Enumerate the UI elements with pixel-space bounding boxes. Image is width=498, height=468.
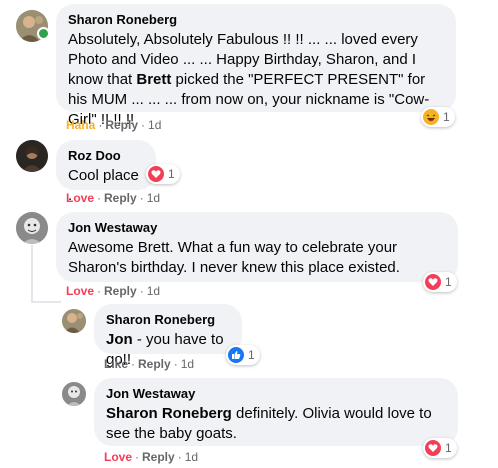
haha-emoji-icon xyxy=(423,109,439,125)
reaction-button[interactable]: Love xyxy=(104,450,132,464)
avatar[interactable] xyxy=(62,382,86,406)
reaction-count-pill[interactable]: 1 xyxy=(421,107,455,127)
comment-bubble: Roz Doo Cool place . xyxy=(56,140,156,204)
comment-text: Sharon Roneberg definitely. Olivia would… xyxy=(106,405,432,442)
reaction-button[interactable]: Like xyxy=(104,357,128,371)
comment-actions: Love · Reply · 1d xyxy=(104,450,199,464)
reply-2: Jon Westaway Sharon Roneberg definitely.… xyxy=(0,376,498,468)
comment-actions: Like · Reply · 1d xyxy=(104,357,195,371)
comment-bubble: Jon Westaway Sharon Roneberg definitely.… xyxy=(94,378,458,446)
comment-author[interactable]: Sharon Roneberg xyxy=(106,312,230,328)
mention-link[interactable]: Jon xyxy=(106,331,133,348)
reaction-button[interactable]: Love xyxy=(66,284,94,298)
avatar[interactable] xyxy=(16,212,48,244)
comment-1: Sharon Roneberg Absolutely, Absolutely F… xyxy=(0,0,498,140)
comment-text: Absolutely, Absolutely Fabulous !! !! ..… xyxy=(68,31,430,128)
reaction-count-pill[interactable]: 1 xyxy=(146,164,180,184)
comment-actions: Love · Reply · 1d xyxy=(66,284,161,298)
comment-author[interactable]: Jon Westaway xyxy=(68,220,446,236)
timestamp[interactable]: 1d xyxy=(181,357,194,371)
reaction-count-pill[interactable]: 1 xyxy=(423,272,457,292)
avatar-photo-icon xyxy=(16,140,48,172)
reaction-count-pill[interactable]: 1 xyxy=(423,438,457,458)
comment-bubble: Sharon Roneberg Absolutely, Absolutely F… xyxy=(56,4,456,128)
reaction-button[interactable]: Love xyxy=(66,191,94,205)
timestamp[interactable]: 1d xyxy=(147,284,160,298)
comment-actions: Haha · Reply · 1d xyxy=(66,118,162,132)
timestamp[interactable]: 1d xyxy=(185,450,198,464)
reply-button[interactable]: Reply xyxy=(138,357,171,371)
reply-button[interactable]: Reply xyxy=(104,284,137,298)
comment-author[interactable]: Roz Doo xyxy=(68,148,144,164)
comment-bubble: Jon Westaway Awesome Brett. What a fun w… xyxy=(56,212,458,282)
thumbs-up-icon xyxy=(228,347,244,363)
heart-icon xyxy=(148,166,164,182)
mention-link[interactable]: Sharon Roneberg xyxy=(106,405,232,422)
comment-text: Awesome Brett. What a fun way to celebra… xyxy=(68,239,400,276)
comment-bubble: Sharon Roneberg Jon - you have to go!! xyxy=(94,304,242,368)
avatar[interactable] xyxy=(16,140,48,172)
avatar[interactable] xyxy=(62,309,86,333)
avatar-photo-icon xyxy=(62,309,86,333)
comment-actions: Love · Reply · 1d xyxy=(66,191,161,205)
reaction-count-pill[interactable]: 1 xyxy=(226,345,260,365)
comment-author[interactable]: Sharon Roneberg xyxy=(68,12,444,28)
timestamp[interactable]: 1d xyxy=(147,191,160,205)
timestamp[interactable]: 1d xyxy=(148,118,161,132)
mention-link[interactable]: Brett xyxy=(136,71,171,88)
reply-button[interactable]: Reply xyxy=(105,118,138,132)
reply-button[interactable]: Reply xyxy=(104,191,137,205)
reaction-button[interactable]: Haha xyxy=(66,118,95,132)
comment-2: Roz Doo Cool place . 1 Love · Reply · 1d xyxy=(0,134,498,210)
reply-button[interactable]: Reply xyxy=(142,450,175,464)
heart-icon xyxy=(425,440,441,456)
avatar-photo-icon xyxy=(62,382,86,406)
comment-author[interactable]: Jon Westaway xyxy=(106,386,446,402)
avatar-photo-icon xyxy=(16,212,48,244)
reply-1: Sharon Roneberg Jon - you have to go!! 1… xyxy=(0,302,498,378)
comment-3: Jon Westaway Awesome Brett. What a fun w… xyxy=(0,206,498,302)
heart-icon xyxy=(425,274,441,290)
online-status-indicator xyxy=(37,27,50,40)
